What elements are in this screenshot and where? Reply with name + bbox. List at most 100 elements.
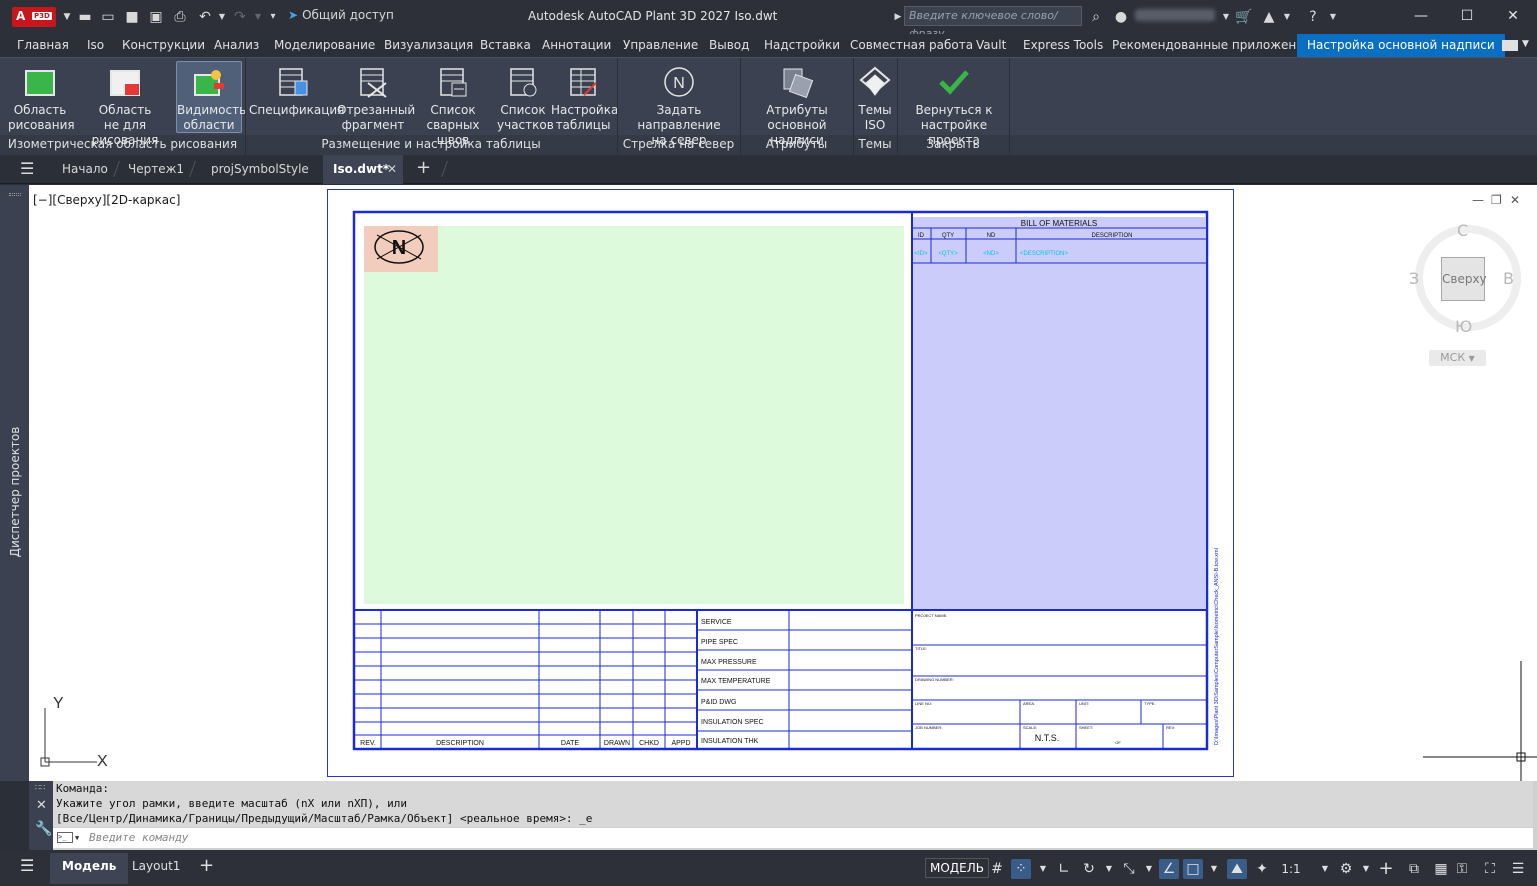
new-file-icon[interactable]: ▬ (76, 8, 94, 26)
tab-collaborate[interactable]: Совместная работа (850, 38, 973, 52)
close-button[interactable]: ✕ (1490, 0, 1536, 32)
annotation-scale[interactable]: 1:1 (1276, 859, 1306, 879)
ribbon-options-icon[interactable]: ▼ (1522, 39, 1529, 49)
tab-express-tools[interactable]: Express Tools (1023, 38, 1103, 52)
command-grip-icon[interactable]: ∷∷ (35, 783, 45, 792)
annotation-visibility-icon[interactable]: ⛰ (1227, 859, 1247, 879)
command-recent-chevron-icon[interactable]: ▼ (75, 828, 79, 848)
open-folder-icon[interactable]: ▭ (99, 8, 117, 26)
command-close-icon[interactable]: ✕ (36, 798, 47, 813)
spool-list-button[interactable]: Список участков (497, 62, 554, 133)
file-tab-drawing1[interactable]: Чертеж1 (128, 162, 184, 176)
cut-piece-button[interactable]: Отрезанный фрагмент (337, 62, 415, 133)
iso-themes-button[interactable]: Темы ISO (855, 62, 895, 133)
tab-visualization[interactable]: Визуализация (384, 38, 473, 52)
file-tab-iso-dwt[interactable]: Iso.dwt* ✕ (323, 155, 403, 184)
snap-dropdown-icon[interactable]: ▼ (1033, 859, 1053, 879)
file-tab-projsymbolstyle[interactable]: projSymbolStyle (211, 162, 309, 176)
quick-properties-icon[interactable]: ▦ (1431, 859, 1451, 879)
tab-analysis[interactable]: Анализ (214, 38, 259, 52)
viewport-controls-label[interactable]: [−][Сверху][2D-каркас] (33, 193, 180, 207)
command-input[interactable]: >_ ▼ Введите команду (53, 828, 1533, 848)
ribbon-minimize-icon[interactable] (1502, 40, 1518, 51)
file-tab-start[interactable]: Начало (62, 162, 108, 176)
bom-button[interactable]: Спецификация (249, 62, 344, 118)
tab-insert[interactable]: Вставка (480, 38, 531, 52)
command-prompt-icon[interactable]: >_ (57, 832, 73, 843)
units-icon[interactable]: ⧉ (1404, 859, 1424, 879)
user-icon[interactable]: ● (1112, 8, 1130, 26)
grid-icon[interactable]: # (987, 859, 1007, 879)
search-icon[interactable]: ⌕ (1087, 8, 1105, 26)
app-dropdown-icon[interactable]: ▼ (1278, 8, 1296, 26)
weld-list-button[interactable]: Список сварных швов (411, 62, 495, 148)
title-attributes-button[interactable]: Атрибуты основной надписи (742, 62, 852, 148)
user-name[interactable] (1135, 9, 1215, 21)
snap-mode-icon[interactable]: ⁘ (1011, 859, 1031, 879)
layout1-tab[interactable]: Layout1 (132, 859, 180, 873)
help-icon[interactable]: ? (1304, 8, 1322, 26)
viewcube-top-face[interactable]: Сверху (1441, 257, 1487, 301)
isodraft-icon[interactable]: ⤡ (1119, 859, 1139, 879)
viewcube-north[interactable]: С (1457, 221, 1468, 240)
undo-icon[interactable]: ↶ (196, 8, 214, 26)
lock-ui-icon[interactable]: ⚿ (1452, 859, 1472, 879)
user-dropdown-icon[interactable]: ▼ (1217, 8, 1235, 26)
model-space-toggle[interactable]: МОДЕЛЬ (925, 858, 990, 878)
app-menu-chevron-icon[interactable]: ▼ (58, 8, 76, 26)
print-icon[interactable]: ⎙ (171, 8, 189, 26)
customization-menu-icon[interactable]: ☰ (1508, 859, 1528, 879)
project-manager-sidebar[interactable]: Диспетчер проектов (0, 185, 29, 781)
drawing-area-button[interactable]: Область рисования (8, 62, 75, 133)
viewport-close-icon[interactable]: ✕ (1510, 193, 1520, 207)
viewcube-east[interactable]: В (1503, 269, 1514, 288)
tab-featured-apps[interactable]: Рекомендованные приложения (1112, 38, 1311, 52)
redo-icon[interactable]: ↷ (231, 8, 249, 26)
share-button[interactable]: ➤ Общий доступ (288, 8, 394, 22)
annotation-monitor-plus-icon[interactable]: + (1376, 859, 1396, 879)
cart-icon[interactable]: 🛒 (1235, 8, 1253, 26)
non-drawing-area-button[interactable]: Область не для рисования (74, 62, 176, 148)
tab-close-icon[interactable]: ✕ (387, 162, 397, 176)
tab-home[interactable]: Главная (17, 38, 69, 52)
model-tab[interactable]: Модель (50, 853, 129, 884)
viewport-minimize-icon[interactable]: — (1472, 193, 1484, 207)
workspace-gear-icon[interactable]: ⚙ (1336, 859, 1356, 879)
app-logo[interactable]: A P3D (12, 7, 56, 27)
command-customize-wrench-icon[interactable]: 🔧 (35, 821, 52, 837)
table-setup-button[interactable]: Настройка таблицы (551, 62, 618, 133)
new-tab-plus-icon[interactable]: + (416, 157, 431, 178)
workspace-dropdown-icon[interactable]: ▼ (1356, 859, 1376, 879)
menu-hamburger-icon[interactable]: ☰ (20, 159, 34, 178)
scale-dropdown-icon[interactable]: ▼ (1315, 859, 1335, 879)
set-north-button[interactable]: N Задать направление на север (620, 62, 738, 148)
sidebar-grip-icon[interactable] (9, 193, 21, 196)
osnap-dropdown-icon[interactable]: ▼ (1204, 859, 1224, 879)
layout-menu-icon[interactable]: ☰ (20, 856, 34, 875)
isodraft-dropdown-icon[interactable]: ▼ (1139, 859, 1159, 879)
save-icon[interactable]: ■ (123, 8, 141, 26)
clean-screen-icon[interactable]: ⛶ (1480, 859, 1500, 879)
tab-structures[interactable]: Конструкции (122, 38, 205, 52)
return-to-project-setup-button[interactable]: Вернуться к настройке проекта (900, 62, 1008, 148)
auto-scale-icon[interactable]: ✦ (1252, 859, 1272, 879)
viewcube-south[interactable]: Ю (1455, 317, 1472, 336)
object-snap-icon[interactable]: □ (1183, 859, 1203, 879)
object-snap-tracking-icon[interactable]: ∠ (1159, 859, 1179, 879)
polar-tracking-icon[interactable]: ↻ (1079, 859, 1099, 879)
tab-annotations[interactable]: Аннотации (542, 38, 611, 52)
polar-dropdown-icon[interactable]: ▼ (1099, 859, 1119, 879)
tab-addins[interactable]: Надстройки (764, 38, 840, 52)
save-as-icon[interactable]: ▣ (147, 8, 165, 26)
maximize-button[interactable]: ☐ (1444, 0, 1490, 32)
tab-vault[interactable]: Vault (976, 38, 1006, 52)
autodesk-app-icon[interactable]: ▲ (1260, 8, 1278, 26)
tab-modeling[interactable]: Моделирование (274, 38, 375, 52)
area-visibility-button[interactable]: Видимость области (176, 61, 246, 133)
help-dropdown-icon[interactable]: ▼ (1324, 8, 1342, 26)
search-input[interactable]: Введите ключевое слово/фразу (904, 6, 1082, 40)
viewport-restore-icon[interactable]: ❐ (1491, 193, 1502, 207)
tab-output[interactable]: Вывод (709, 38, 749, 52)
minimize-button[interactable]: — (1398, 0, 1444, 32)
wcs-menu-button[interactable]: МСК ▼ (1429, 350, 1486, 366)
